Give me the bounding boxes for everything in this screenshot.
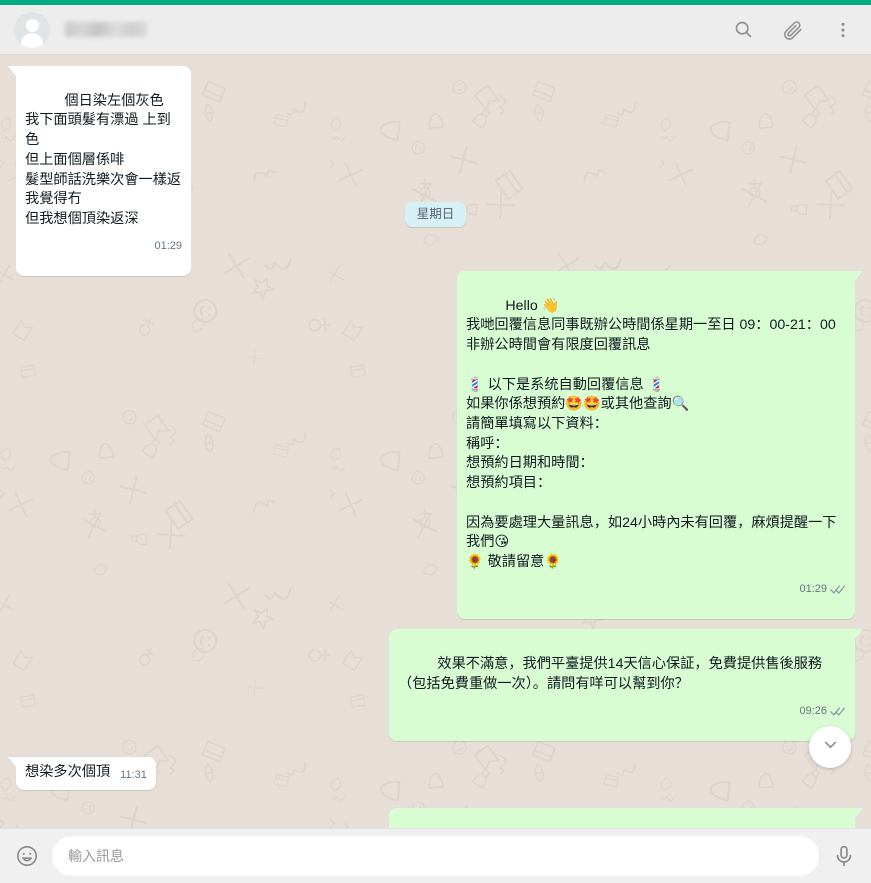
message-text: 效果不滿意，我們平臺提供14天信心保証，免費提供售後服務（包括免費重做一次）。請… xyxy=(398,656,823,692)
microphone-icon[interactable] xyxy=(831,843,857,869)
message-time: 01:29 xyxy=(154,239,182,252)
message-time: 01:29 xyxy=(799,582,827,595)
message-bubble-outgoing[interactable]: Hello 👋 我哋回覆信息同事既辦公時間係星期一至日 09：00-21：00 … xyxy=(457,270,863,620)
header-actions xyxy=(731,18,855,42)
message-bubble-incoming[interactable]: 個日染左個灰色 我下面頭髮有漂過 上到色 但上面個層係啡 髮型師話洗樂次會一樣返… xyxy=(8,66,191,277)
message-row: 個日染左個灰色 我下面頭髮有漂過 上到色 但上面個層係啡 髮型師話洗樂次會一樣返… xyxy=(8,66,855,277)
message-meta: 09:26 xyxy=(799,704,846,719)
chat-message-area[interactable]: 個日染左個灰色 我下面頭髮有漂過 上到色 但上面個層係啡 髮型師話洗樂次會一樣返… xyxy=(0,55,871,828)
scroll-to-bottom-button[interactable] xyxy=(809,726,851,768)
message-row: 效果不滿意，我們平臺提供14天信心保証，免費提供售後服務（包括免費重做一次）。請… xyxy=(16,629,863,741)
message-bubble-outgoing[interactable]: 可以既，我哋有14日信心保證，14天有任何問題可以免費補整，超出14天(一個月內… xyxy=(389,807,863,828)
search-icon[interactable] xyxy=(731,18,755,42)
message-meta: 01:29 xyxy=(799,582,846,597)
message-row: Hello 👋 我哋回覆信息同事既辦公時間係星期一至日 09：00-21：00 … xyxy=(16,270,863,620)
chat-header xyxy=(0,5,871,55)
message-bubble-incoming[interactable]: 想染多次個頂 11:31 xyxy=(8,757,156,790)
message-input[interactable] xyxy=(68,848,803,864)
message-meta: 01:29 xyxy=(154,239,182,254)
message-text: Hello 👋 我哋回覆信息同事既辦公時間係星期一至日 09：00-21：00 … xyxy=(466,297,837,571)
message-time: 11:31 xyxy=(120,768,147,781)
message-time: 09:26 xyxy=(799,704,827,717)
message-text: 個日染左個灰色 我下面頭髮有漂過 上到色 但上面個層係啡 髮型師話洗樂次會一樣返… xyxy=(25,92,182,228)
message-row: 想染多次個頂 11:31 xyxy=(8,757,855,790)
double-check-icon xyxy=(830,706,846,717)
chevron-down-icon xyxy=(821,735,840,759)
smiley-icon[interactable] xyxy=(14,843,40,869)
date-divider: 星期日 xyxy=(404,202,467,227)
message-row: 可以既，我哋有14日信心保證，14天有任何問題可以免費補整，超出14天(一個月內… xyxy=(16,807,863,828)
avatar-body xyxy=(21,32,43,48)
message-meta: 11:31 xyxy=(120,768,147,783)
message-text: 想染多次個頂 xyxy=(25,764,111,780)
double-check-icon xyxy=(830,584,846,595)
message-input-wrapper[interactable] xyxy=(52,836,819,876)
paperclip-icon[interactable] xyxy=(781,18,805,42)
avatar-head xyxy=(25,18,39,32)
message-bubble-outgoing[interactable]: 效果不滿意，我們平臺提供14天信心保証，免費提供售後服務（包括免費重做一次）。請… xyxy=(389,629,863,741)
avatar[interactable] xyxy=(14,11,50,48)
contact-name-redacted[interactable] xyxy=(65,22,147,37)
whatsapp-chat-window: 個日染左個灰色 我下面頭髮有漂過 上到色 但上面個層係啡 髮型師話洗樂次會一樣返… xyxy=(0,0,871,883)
message-list: 個日染左個灰色 我下面頭髮有漂過 上到色 但上面個層係啡 髮型師話洗樂次會一樣返… xyxy=(0,55,871,828)
message-composer xyxy=(0,828,871,883)
three-dots-menu-icon[interactable] xyxy=(831,18,855,42)
